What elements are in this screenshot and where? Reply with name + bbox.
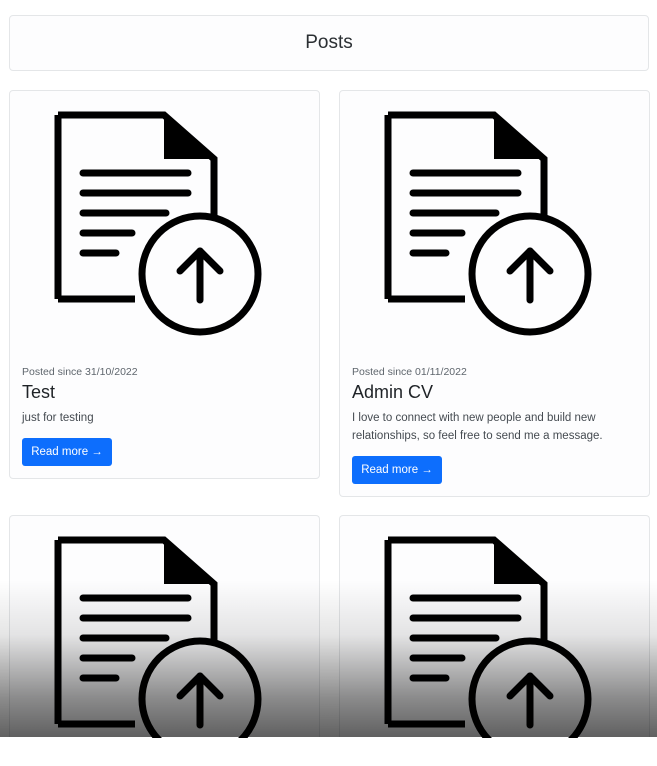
post-card: Posted since 31/10/2022 Test just for te… (9, 90, 320, 479)
post-thumbnail (340, 516, 649, 766)
read-more-button[interactable]: Read more → (22, 438, 112, 466)
posts-header: Posts (9, 15, 649, 71)
post-thumbnail (10, 516, 319, 766)
read-more-button[interactable]: Read more → (352, 456, 442, 484)
post-card (9, 515, 320, 738)
post-title: Test (22, 382, 56, 402)
post-excerpt: just for testing (22, 412, 94, 424)
file-upload-icon (54, 111, 262, 336)
file-upload-icon (54, 536, 262, 738)
post-date: Posted since 31/10/2022 (22, 366, 138, 378)
post-card (339, 515, 650, 738)
post-thumbnail (340, 91, 649, 341)
post-card: Posted since 01/11/2022 Admin CV I love … (339, 90, 650, 497)
post-thumbnail (10, 91, 319, 341)
file-upload-icon (384, 536, 592, 738)
post-excerpt: I love to connect with new people and bu… (352, 412, 603, 442)
file-upload-icon (384, 111, 592, 336)
post-date: Posted since 01/11/2022 (352, 366, 467, 378)
page-title: Posts (305, 32, 353, 53)
post-title: Admin CV (352, 382, 434, 402)
